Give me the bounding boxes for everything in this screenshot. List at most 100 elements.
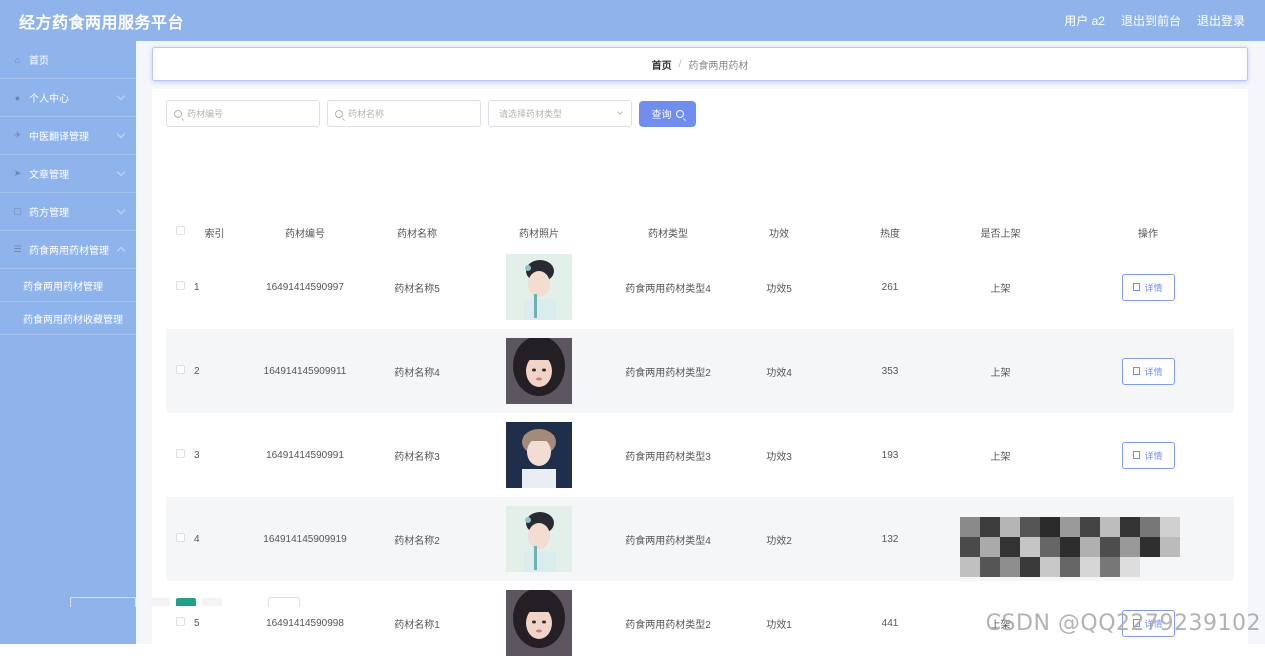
table-row: 3 16491414590991 药材名称3 药食两用药材类型3 功效3 — [166, 413, 1234, 497]
row-select-cell — [166, 413, 194, 497]
sidebar-item-label: 个人中心 — [29, 90, 69, 105]
cell-photo — [459, 329, 619, 413]
cell-index: 5 — [194, 581, 235, 665]
chevron-up-icon — [117, 247, 125, 255]
logout-link[interactable]: 退出登录 — [1197, 12, 1245, 29]
chevron-down-icon — [117, 130, 125, 138]
next-page-button[interactable] — [202, 598, 222, 606]
page-jump-input[interactable] — [268, 597, 300, 607]
breadcrumb-separator: / — [679, 59, 682, 70]
header-type: 药材类型 — [619, 219, 717, 245]
cell-type: 药食两用药材类型2 — [619, 581, 717, 665]
select-all-checkbox[interactable] — [176, 226, 185, 235]
header-index: 索引 — [194, 219, 235, 245]
header-code: 药材编号 — [235, 219, 375, 245]
cell-index: 3 — [194, 413, 235, 497]
herb-code-placeholder: 药材编号 — [187, 107, 223, 120]
herb-name-input[interactable]: 药材名称 — [327, 100, 481, 127]
row-checkbox[interactable] — [176, 365, 185, 374]
header-effect: 功效 — [717, 219, 841, 245]
sidebar-subitem-herb-management[interactable]: 药食两用药材管理 — [0, 269, 136, 302]
breadcrumb: 首页 / 药食两用药材 — [152, 47, 1248, 81]
row-checkbox[interactable] — [176, 281, 185, 290]
sidebar-subitem-label: 药食两用药材管理 — [23, 278, 103, 293]
cell-code: 16491414590997 — [235, 245, 375, 329]
cell-index: 1 — [194, 245, 235, 329]
detail-label: 详情 — [1144, 449, 1162, 462]
sidebar-item-herbs[interactable]: ☰ 药食两用药材管理 — [0, 231, 136, 269]
cell-name: 药材名称1 — [375, 581, 459, 665]
app-title: 经方药食两用服务平台 — [0, 9, 184, 33]
cell-code: 164914145909911 — [235, 329, 375, 413]
query-label: 查询 — [652, 106, 672, 121]
herb-table: 索引 药材编号 药材名称 药材照片 药材类型 功效 热度 是否上架 操作 1 1… — [166, 219, 1234, 665]
cell-action: 详情 — [1062, 245, 1234, 329]
cell-name: 药材名称3 — [375, 413, 459, 497]
cell-heat: 261 — [841, 245, 939, 329]
row-checkbox[interactable] — [176, 533, 185, 542]
herb-type-placeholder: 请选择药材类型 — [499, 107, 562, 120]
row-select-cell — [166, 581, 194, 665]
herb-type-select[interactable]: 请选择药材类型 — [488, 100, 632, 127]
table-row: 1 16491414590997 药材名称5 药食两用药材类型4 — [166, 245, 1234, 329]
cell-index: 2 — [194, 329, 235, 413]
user-label[interactable]: 用户 a2 — [1064, 12, 1105, 29]
page-size-select[interactable] — [70, 597, 136, 607]
user-icon: ● — [12, 92, 23, 103]
row-select-cell — [166, 245, 194, 329]
chevron-down-icon — [617, 109, 623, 115]
page-button-active[interactable] — [176, 598, 196, 606]
document-icon — [1133, 367, 1140, 375]
cell-type: 药食两用药材类型4 — [619, 497, 717, 581]
sidebar-item-articles[interactable]: ➤ 文章管理 — [0, 155, 136, 193]
calendar-icon: ▢ — [12, 206, 23, 217]
sidebar-item-home[interactable]: ⌂ 首页 — [0, 41, 136, 79]
cell-effect: 功效4 — [717, 329, 841, 413]
header-links: 用户 a2 退出到前台 退出登录 — [1048, 12, 1265, 29]
cell-heat: 441 — [841, 581, 939, 665]
detail-button[interactable]: 详情 — [1122, 358, 1175, 385]
sidebar-subitem-label: 药食两用药材收藏管理 — [23, 311, 123, 326]
query-button[interactable]: 查询 — [639, 101, 696, 127]
header-status: 是否上架 — [939, 219, 1062, 245]
cell-status: 上架 — [939, 245, 1062, 329]
cell-photo — [459, 497, 619, 581]
cell-photo — [459, 413, 619, 497]
row-select-cell — [166, 497, 194, 581]
cell-type: 药食两用药材类型2 — [619, 329, 717, 413]
herb-code-input[interactable]: 药材编号 — [166, 100, 320, 127]
menu-icon: ☰ — [12, 244, 23, 255]
cell-heat: 353 — [841, 329, 939, 413]
cell-name: 药材名称2 — [375, 497, 459, 581]
row-checkbox[interactable] — [176, 617, 185, 626]
cell-index: 4 — [194, 497, 235, 581]
header-photo: 药材照片 — [459, 219, 619, 245]
plane-icon: ✈ — [12, 130, 23, 141]
cell-name: 药材名称4 — [375, 329, 459, 413]
table-header-row: 索引 药材编号 药材名称 药材照片 药材类型 功效 热度 是否上架 操作 — [166, 219, 1234, 245]
breadcrumb-current: 药食两用药材 — [688, 57, 748, 72]
exit-front-link[interactable]: 退出到前台 — [1121, 12, 1181, 29]
row-checkbox[interactable] — [176, 449, 185, 458]
sidebar-item-personal-center[interactable]: ● 个人中心 — [0, 79, 136, 117]
cell-code: 16491414590998 — [235, 581, 375, 665]
document-icon — [1133, 283, 1140, 291]
cell-type: 药食两用药材类型3 — [619, 413, 717, 497]
header-heat: 热度 — [841, 219, 939, 245]
breadcrumb-home[interactable]: 首页 — [652, 57, 672, 72]
sidebar-subitem-herb-favorites[interactable]: 药食两用药材收藏管理 — [0, 302, 136, 335]
sidebar-item-translation[interactable]: ✈ 中医翻译管理 — [0, 117, 136, 155]
detail-button[interactable]: 详情 — [1122, 442, 1175, 469]
top-header: 经方药食两用服务平台 用户 a2 退出到前台 退出登录 — [0, 0, 1265, 41]
herb-name-placeholder: 药材名称 — [348, 107, 384, 120]
document-icon — [1133, 451, 1140, 459]
detail-button[interactable]: 详情 — [1122, 274, 1175, 301]
herb-photo — [506, 590, 572, 656]
row-select-cell — [166, 329, 194, 413]
search-bar: 药材编号 药材名称 请选择药材类型 查询 — [166, 100, 696, 127]
detail-label: 详情 — [1144, 281, 1162, 294]
prev-page-button[interactable] — [150, 598, 170, 606]
table-row: 2 164914145909911 药材名称4 — [166, 329, 1234, 413]
sidebar-item-prescriptions[interactable]: ▢ 药方管理 — [0, 193, 136, 231]
cell-action: 详情 — [1062, 329, 1234, 413]
